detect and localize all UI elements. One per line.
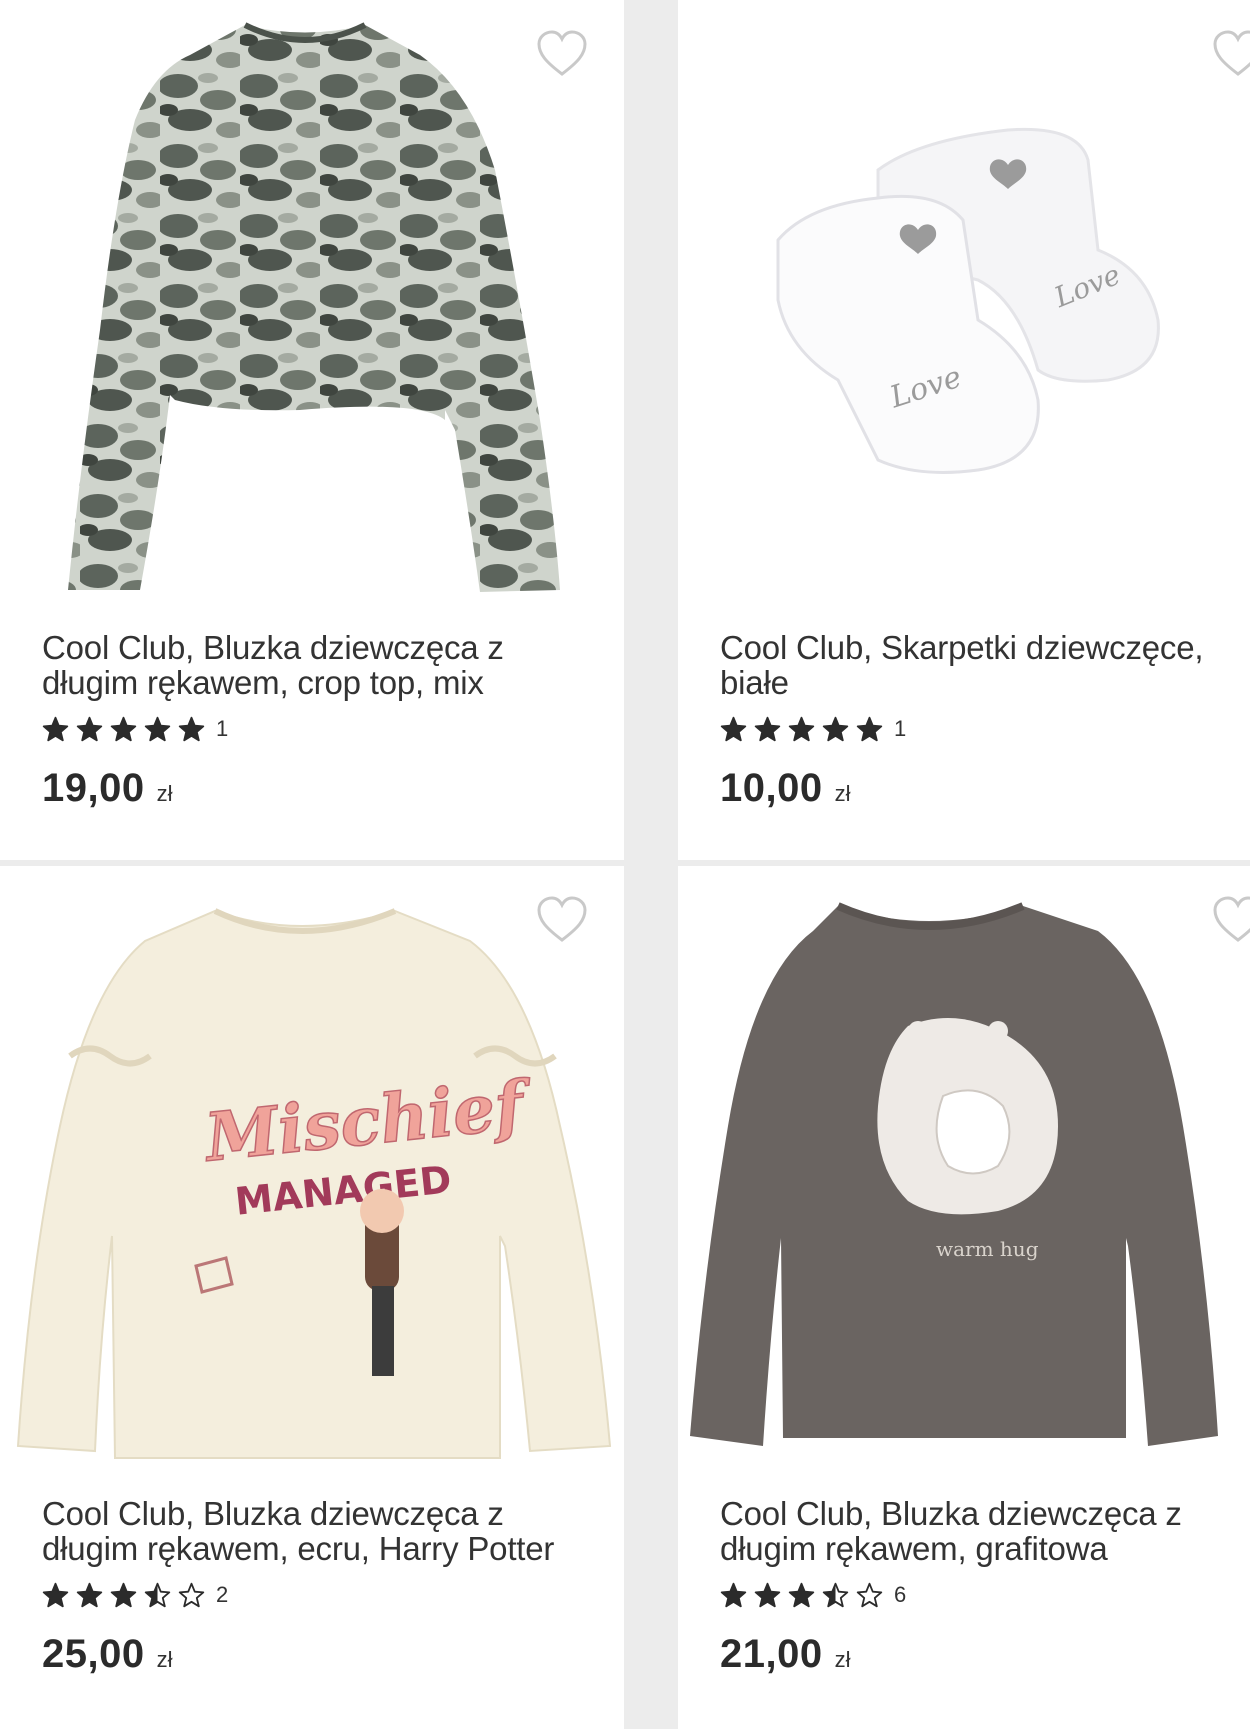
graphite-bear-longsleeve-image: warm hug <box>690 902 1218 1446</box>
price: 21,00 zł <box>720 1632 851 1677</box>
star-full-icon <box>720 1582 747 1607</box>
star-full-icon <box>42 1582 69 1607</box>
star-full-icon <box>76 1582 103 1607</box>
rating-stars <box>42 716 212 743</box>
rating-count: 1 <box>216 716 229 741</box>
price-currency: zł <box>156 1647 173 1672</box>
product-image[interactable] <box>0 0 624 610</box>
price-currency: zł <box>834 1647 851 1672</box>
star-full-icon <box>110 716 137 741</box>
product-card[interactable]: warm hug Cool Club, Bluzka dziewczęca z … <box>678 866 1250 1729</box>
rating-stars <box>720 716 890 743</box>
rating-stars <box>720 1582 890 1609</box>
product-image[interactable]: Mischief MANAGED <box>0 866 624 1476</box>
price: 19,00 zł <box>42 766 173 811</box>
rating-count: 1 <box>894 716 907 741</box>
white-baby-socks-image: Love Love <box>776 127 1160 474</box>
rating-count: 2 <box>216 1582 229 1607</box>
price-currency: zł <box>156 781 173 806</box>
star-full-icon <box>822 716 849 741</box>
rating: 6 <box>720 1580 906 1610</box>
product-title[interactable]: Cool Club, Skarpetki dziewczęce, białe <box>720 630 1250 700</box>
price-value: 25,00 <box>42 1632 145 1676</box>
star-empty-icon <box>178 1582 205 1607</box>
rating: 1 <box>720 714 906 744</box>
star-full-icon <box>754 716 781 741</box>
price-currency: zł <box>834 781 851 806</box>
product-title[interactable]: Cool Club, Bluzka dziewczęca z długim rę… <box>42 630 572 700</box>
camo-longsleeve-crop-top-image <box>68 22 560 592</box>
star-full-icon <box>720 716 747 741</box>
heart-icon[interactable] <box>1212 896 1250 944</box>
star-full-icon <box>76 716 103 741</box>
star-full-icon <box>788 716 815 741</box>
product-title[interactable]: Cool Club, Bluzka dziewczęca z długim rę… <box>720 1496 1250 1566</box>
product-card[interactable]: Cool Club, Bluzka dziewczęca z długim rę… <box>0 0 624 860</box>
star-full-icon <box>110 1582 137 1607</box>
product-title[interactable]: Cool Club, Bluzka dziewczęca z długim rę… <box>42 1496 572 1566</box>
star-full-icon <box>42 716 69 741</box>
price: 10,00 zł <box>720 766 851 811</box>
rating-count: 6 <box>894 1582 907 1607</box>
star-half-icon <box>144 1582 171 1607</box>
star-empty-icon <box>856 1582 883 1607</box>
product-image[interactable]: Love Love <box>678 0 1250 610</box>
product-card[interactable]: Love Love Cool Club, Skarpetki dziewczęc… <box>678 0 1250 860</box>
price-value: 19,00 <box>42 766 145 810</box>
price-value: 21,00 <box>720 1632 823 1676</box>
star-half-icon <box>822 1582 849 1607</box>
price: 25,00 zł <box>42 1632 173 1677</box>
ecru-harry-potter-longsleeve-image: Mischief MANAGED <box>16 908 612 1459</box>
star-full-icon <box>754 1582 781 1607</box>
star-full-icon <box>178 716 205 741</box>
product-card[interactable]: Mischief MANAGED Cool Club, Bluzka dziew… <box>0 866 624 1729</box>
heart-icon[interactable] <box>536 896 588 944</box>
rating-stars <box>42 1582 212 1609</box>
price-value: 10,00 <box>720 766 823 810</box>
rating: 1 <box>42 714 228 744</box>
warm-hug-text: warm hug <box>936 1237 1039 1261</box>
star-full-icon <box>788 1582 815 1607</box>
rating: 2 <box>42 1580 228 1610</box>
heart-icon[interactable] <box>536 30 588 78</box>
heart-icon[interactable] <box>1212 30 1250 78</box>
star-full-icon <box>856 716 883 741</box>
star-full-icon <box>144 716 171 741</box>
product-image[interactable]: warm hug <box>678 866 1250 1476</box>
